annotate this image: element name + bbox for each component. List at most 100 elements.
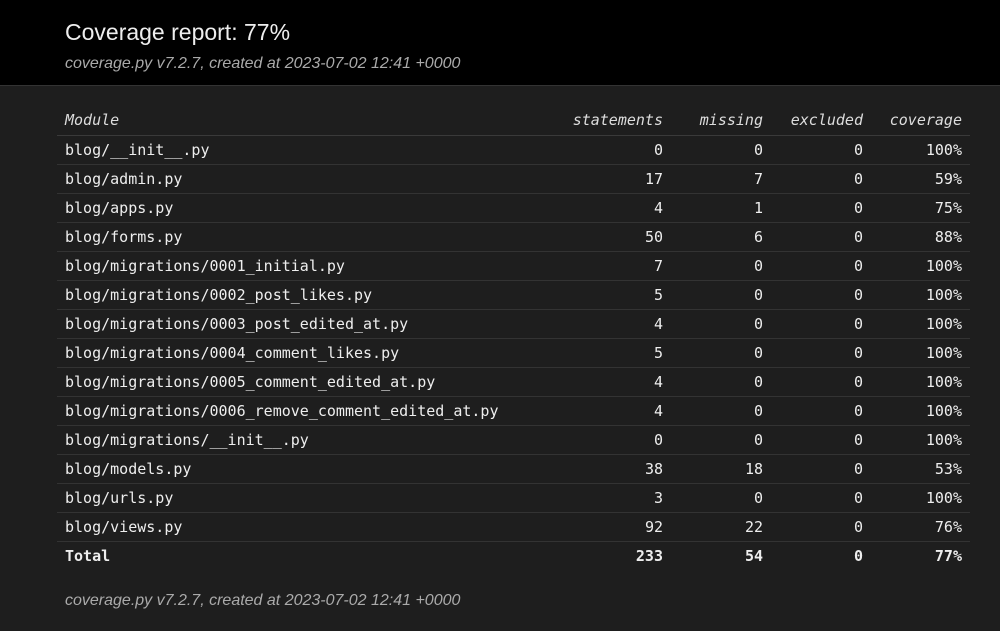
- table-row: blog/__init__.py 0 0 0 100%: [57, 135, 970, 165]
- module-link[interactable]: blog/migrations/0002_post_likes.py: [57, 280, 547, 310]
- missing-cell: 0: [671, 251, 771, 281]
- module-link[interactable]: blog/migrations/0005_comment_edited_at.p…: [57, 367, 547, 397]
- table-row: blog/migrations/0003_post_edited_at.py 4 0…: [57, 309, 970, 339]
- coverage-cell: 100%: [871, 338, 970, 368]
- statements-cell: 38: [547, 454, 671, 484]
- excluded-cell: 0: [771, 280, 871, 310]
- coverage-cell: 100%: [871, 483, 970, 513]
- excluded-cell: 0: [771, 164, 871, 194]
- report-header: Coverage report: 77% coverage.py v7.2.7,…: [0, 0, 1000, 86]
- table-row: blog/migrations/0005_comment_edited_at.p…: [57, 367, 970, 397]
- table-row: blog/migrations/__init__.py 0 0 0 100%: [57, 425, 970, 455]
- coverage-cell: 76%: [871, 512, 970, 542]
- excluded-cell: 0: [771, 193, 871, 223]
- coverage-index: Module statements missing excluded cover…: [57, 105, 970, 570]
- coverage-cell: 100%: [871, 251, 970, 281]
- table-row: blog/views.py 92 22 0 76%: [57, 512, 970, 542]
- table-row: blog/admin.py 17 7 0 59%: [57, 164, 970, 194]
- statements-cell: 5: [547, 338, 671, 368]
- missing-cell: 0: [671, 309, 771, 339]
- excluded-cell: 0: [771, 338, 871, 368]
- missing-cell: 7: [671, 164, 771, 194]
- column-header-excluded[interactable]: excluded: [771, 105, 871, 136]
- column-header-coverage[interactable]: coverage: [871, 105, 970, 136]
- statements-cell: 3: [547, 483, 671, 513]
- excluded-cell: 0: [771, 251, 871, 281]
- excluded-cell: 0: [771, 512, 871, 542]
- statements-cell: 50: [547, 222, 671, 252]
- coverage-cell: 100%: [871, 396, 970, 426]
- excluded-cell: 0: [771, 483, 871, 513]
- total-excluded: 0: [853, 547, 863, 565]
- table-row: blog/urls.py 3 0 0 100%: [57, 483, 970, 513]
- total-statements: 233: [635, 547, 663, 565]
- table-row: blog/migrations/0004_comment_likes.py 5 0 0…: [57, 338, 970, 368]
- statements-cell: 7: [547, 251, 671, 281]
- coverage-cell: 100%: [871, 367, 970, 397]
- excluded-cell: 0: [771, 367, 871, 397]
- excluded-cell: 0: [771, 309, 871, 339]
- missing-cell: 0: [671, 396, 771, 426]
- missing-cell: 0: [671, 135, 771, 165]
- missing-cell: 18: [671, 454, 771, 484]
- column-header-missing[interactable]: missing: [671, 105, 771, 136]
- column-header-module[interactable]: Module: [57, 105, 547, 136]
- module-link[interactable]: blog/migrations/0003_post_edited_at.py: [57, 309, 547, 339]
- table-row: blog/migrations/0002_post_likes.py 5 0 0 100…: [57, 280, 970, 310]
- excluded-cell: 0: [771, 454, 871, 484]
- module-link[interactable]: blog/forms.py: [57, 222, 547, 252]
- coverage-cell: 53%: [871, 454, 970, 484]
- total-coverage: 77%: [934, 547, 962, 565]
- module-link[interactable]: blog/admin.py: [57, 164, 547, 194]
- missing-cell: 0: [671, 425, 771, 455]
- statements-cell: 4: [547, 367, 671, 397]
- module-link[interactable]: blog/migrations/0006_remove_comment_edit…: [57, 396, 547, 426]
- module-link[interactable]: blog/models.py: [57, 454, 547, 484]
- total-missing: 54: [744, 547, 763, 565]
- coverage-table: Module statements missing excluded cover…: [57, 105, 970, 570]
- coverage-cell: 59%: [871, 164, 970, 194]
- module-link[interactable]: blog/__init__.py: [57, 135, 547, 165]
- table-row: blog/forms.py 50 6 0 88%: [57, 222, 970, 252]
- missing-cell: 0: [671, 280, 771, 310]
- page-title: Coverage report: 77%: [65, 19, 291, 45]
- missing-cell: 0: [671, 338, 771, 368]
- module-link[interactable]: blog/apps.py: [57, 193, 547, 223]
- excluded-cell: 0: [771, 222, 871, 252]
- module-link[interactable]: blog/views.py: [57, 512, 547, 542]
- table-row: blog/migrations/0001_initial.py 7 0 0 100%: [57, 251, 970, 281]
- header-meta: coverage.py v7.2.7, created at 2023-07-0…: [65, 55, 461, 72]
- excluded-cell: 0: [771, 396, 871, 426]
- missing-cell: 1: [671, 193, 771, 223]
- missing-cell: 0: [671, 483, 771, 513]
- coverage-cell: 75%: [871, 193, 970, 223]
- table-row: blog/apps.py 4 1 0 75%: [57, 193, 970, 223]
- module-link[interactable]: blog/migrations/0001_initial.py: [57, 251, 547, 281]
- column-header-statements[interactable]: statements: [547, 105, 671, 136]
- coverage-cell: 100%: [871, 280, 970, 310]
- coverage-cell: 88%: [871, 222, 970, 252]
- coverage-cell: 100%: [871, 309, 970, 339]
- statements-cell: 0: [547, 135, 671, 165]
- statements-cell: 92: [547, 512, 671, 542]
- module-link[interactable]: blog/migrations/0004_comment_likes.py: [57, 338, 547, 368]
- excluded-cell: 0: [771, 135, 871, 165]
- total-row: Total 233 54 0 77%: [57, 542, 970, 571]
- table-row: blog/models.py 38 18 0 53%: [57, 454, 970, 484]
- statements-cell: 5: [547, 280, 671, 310]
- statements-cell: 4: [547, 396, 671, 426]
- missing-cell: 22: [671, 512, 771, 542]
- module-link[interactable]: blog/migrations/__init__.py: [57, 425, 547, 455]
- footer-meta: coverage.py v7.2.7, created at 2023-07-0…: [65, 592, 461, 609]
- missing-cell: 0: [671, 367, 771, 397]
- statements-cell: 4: [547, 309, 671, 339]
- statements-cell: 4: [547, 193, 671, 223]
- excluded-cell: 0: [771, 425, 871, 455]
- total-label: Total: [65, 547, 111, 565]
- table-header-row: Module statements missing excluded cover…: [57, 105, 970, 136]
- table-row: blog/migrations/0006_remove_comment_edit…: [57, 396, 970, 426]
- statements-cell: 17: [547, 164, 671, 194]
- missing-cell: 6: [671, 222, 771, 252]
- coverage-cell: 100%: [871, 425, 970, 455]
- module-link[interactable]: blog/urls.py: [57, 483, 547, 513]
